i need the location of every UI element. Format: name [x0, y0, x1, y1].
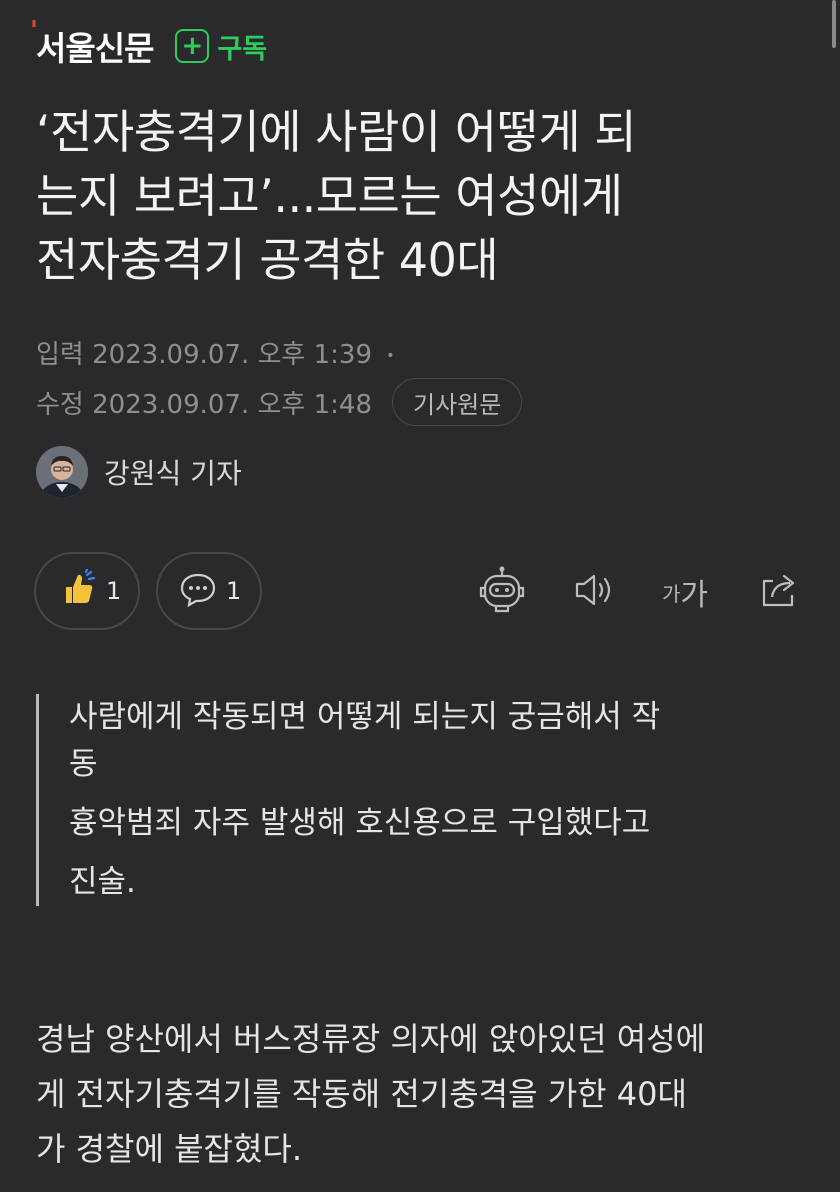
scrollbar[interactable] — [832, 0, 836, 48]
subscribe-button[interactable]: + 구독 — [175, 27, 267, 66]
reporter-name: 강원식 기자 — [104, 457, 242, 490]
title-line: 전자충격기 공격한 40대 — [36, 233, 499, 287]
font-small-glyph: 가 — [661, 581, 681, 606]
font-large-glyph: 가 — [680, 578, 708, 613]
edit-time: 수정 2023.09.07. 오후 1:48 — [36, 389, 372, 420]
title-line: 는지 보려고’...모르는 여성에게 — [36, 169, 623, 223]
comment-count: 1 — [226, 577, 242, 605]
share-button[interactable] — [752, 568, 806, 616]
plus-icon: + — [175, 29, 210, 63]
body-line: 경남 양산에서 버스정류장 의자에 앉아있던 여성에 — [36, 1020, 706, 1058]
robot-icon — [476, 566, 528, 618]
original-article-button[interactable]: 기사원문 — [392, 378, 523, 426]
body-line: 가 경찰에 붙잡혔다. — [36, 1130, 303, 1168]
subscribe-label: 구독 — [217, 33, 268, 65]
input-time: 입력 2023.09.07. 오후 1:39 — [36, 340, 372, 370]
comment-button[interactable]: 1 — [156, 552, 262, 630]
reporter[interactable]: 강원식 기자 — [36, 446, 242, 498]
logo-text: 서울신문 — [36, 29, 154, 68]
article-summary: 사람에게 작동되면 어떻게 되는지 궁금해서 작 동 흉악범죄 자주 발생해 호… — [36, 694, 776, 906]
summary-line: 진술. — [69, 864, 136, 900]
article-body: 경남 양산에서 버스정류장 의자에 앉아있던 여성에 게 전자기충격기를 작동해… — [36, 1012, 806, 1177]
summary-line: 흉악범죄 자주 발생해 호신용으로 구입했다고 — [69, 805, 651, 841]
font-size-button[interactable]: 가 가 — [656, 568, 714, 616]
article-title: ‘전자충격기에 사람이 어떻게 되 는지 보려고’...모르는 여성에게 전자충… — [36, 100, 806, 292]
listen-button[interactable] — [566, 568, 622, 616]
share-icon — [757, 569, 801, 615]
title-line: ‘전자충격기에 사람이 어떻게 되 — [36, 105, 637, 159]
thumbs-up-icon — [58, 567, 98, 613]
body-line: 게 전자기충격기를 작동해 전기충격을 가한 40대 — [36, 1075, 687, 1113]
comment-icon — [178, 569, 218, 613]
avatar — [36, 446, 88, 498]
separator-dot: • — [386, 347, 395, 364]
summary-line: 사람에게 작동되면 어떻게 되는지 궁금해서 작 — [69, 699, 661, 735]
header: ' 서울신문 + 구독 — [30, 16, 267, 70]
summary-line: 동 — [69, 746, 98, 782]
action-bar: 1 1 가 가 — [34, 552, 806, 630]
speaker-icon — [571, 570, 617, 614]
edit-timestamp: 수정 2023.09.07. 오후 1:48 기사원문 — [36, 378, 523, 426]
like-button[interactable]: 1 — [34, 552, 140, 630]
press-logo[interactable]: ' 서울신문 — [30, 16, 154, 70]
input-timestamp: 입력 2023.09.07. 오후 1:39 • — [36, 334, 395, 371]
like-count: 1 — [106, 577, 122, 605]
ai-summary-button[interactable] — [472, 566, 532, 618]
logo-tick: ' — [30, 16, 38, 46]
